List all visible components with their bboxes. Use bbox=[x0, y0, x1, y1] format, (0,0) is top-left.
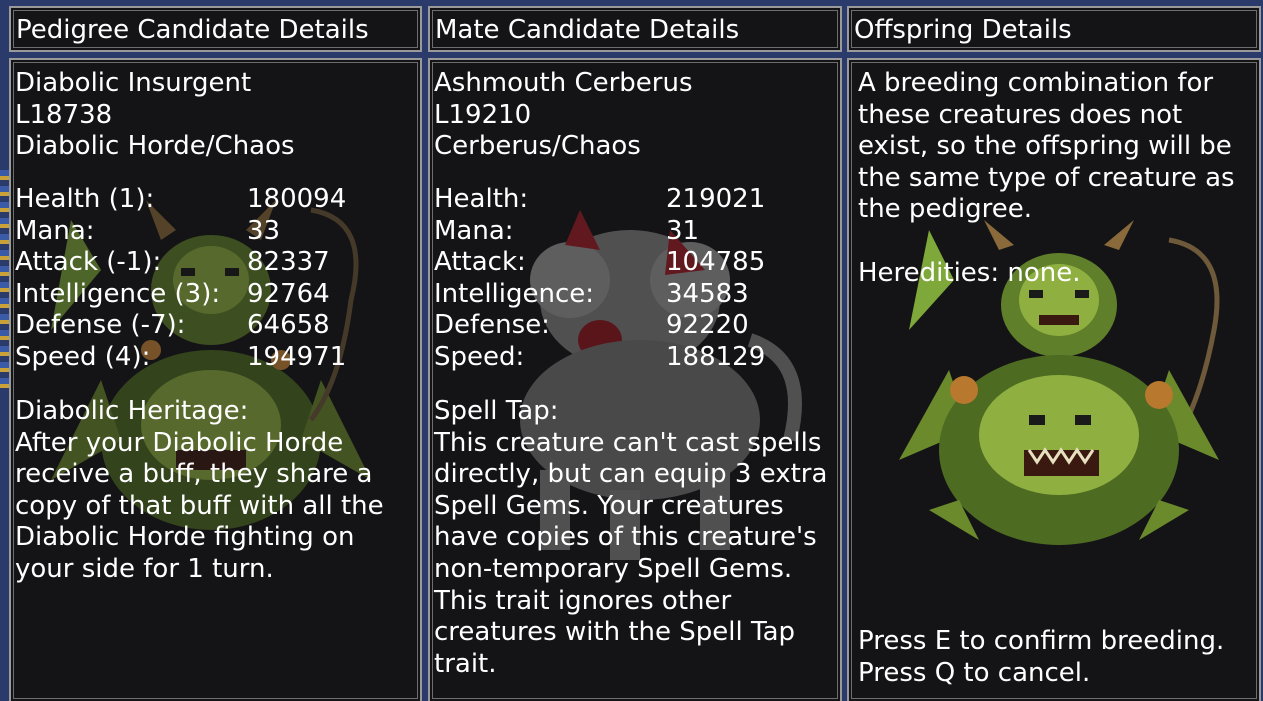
info-line: these creatures does not bbox=[858, 99, 1183, 130]
info-line: the same type of creature as bbox=[858, 162, 1235, 193]
offspring-info: A breeding combination for these creatur… bbox=[858, 68, 1235, 289]
trait-name: Diabolic Heritage: bbox=[15, 396, 249, 426]
pedigree-title: Pedigree Candidate Details bbox=[16, 15, 369, 45]
stat-value: 92220 bbox=[666, 310, 749, 341]
trait-line: have copies of this creature's bbox=[434, 522, 817, 553]
cancel-hint[interactable]: Press Q to cancel. bbox=[858, 658, 1224, 690]
stat-label: Speed: bbox=[434, 341, 525, 372]
stat-label: Health (1): bbox=[15, 184, 155, 214]
pedigree-trait: Diabolic Heritage: After your Diabolic H… bbox=[15, 396, 384, 586]
stat-label: Mana: bbox=[15, 215, 95, 246]
stat-row: Intelligence (3): 92764 bbox=[15, 279, 346, 311]
trait-line: This creature can't cast spells bbox=[434, 427, 822, 458]
stat-row: Attack (-1): 82337 bbox=[15, 247, 346, 279]
mate-title: Mate Candidate Details bbox=[435, 15, 740, 45]
offspring-controls: Press E to confirm breeding. Press Q to … bbox=[858, 626, 1224, 689]
trait-line: After your Diabolic Horde bbox=[15, 427, 344, 458]
mate-trait: Spell Tap: This creature can't cast spel… bbox=[434, 396, 827, 680]
stat-label: Health: bbox=[434, 184, 529, 214]
pedigree-name: Diabolic Insurgent bbox=[15, 68, 252, 98]
stat-row: Speed: 188129 bbox=[434, 342, 765, 374]
offspring-panel: A breeding combination for these creatur… bbox=[847, 58, 1261, 701]
trait-line: receive a buff, they share a bbox=[15, 459, 373, 490]
trait-line: Diabolic Horde fighting on bbox=[15, 522, 355, 553]
stat-value: 31 bbox=[666, 215, 700, 246]
stat-value: 34583 bbox=[666, 278, 749, 309]
pedigree-header: Pedigree Candidate Details bbox=[9, 6, 422, 52]
stat-value: 33 bbox=[247, 215, 281, 246]
trait-line: copy of that buff with all the bbox=[15, 490, 384, 521]
stat-row: Health (1): 180094 bbox=[15, 184, 346, 216]
pedigree-level: L18738 bbox=[15, 99, 113, 130]
info-line: the pedigree. bbox=[858, 194, 1033, 225]
stat-row: Speed (4): 194971 bbox=[15, 342, 346, 374]
stat-row: Health: 219021 bbox=[434, 184, 765, 216]
info-line: A breeding combination for bbox=[858, 68, 1214, 98]
stat-label: Attack (-1): bbox=[15, 247, 162, 278]
mate-stats: Health: 219021 Mana: 31 Attack: 104785 Inte… bbox=[434, 184, 765, 374]
stat-value: 82337 bbox=[247, 247, 330, 278]
stat-value: 64658 bbox=[247, 310, 330, 341]
stat-value: 104785 bbox=[666, 247, 766, 278]
pedigree-panel: Diabolic Insurgent L18738 Diabolic Horde… bbox=[9, 58, 422, 701]
trait-line: creatures with the Spell Tap bbox=[434, 617, 796, 648]
mate-name: Ashmouth Cerberus bbox=[434, 68, 693, 98]
trait-line: non-temporary Spell Gems. bbox=[434, 553, 793, 584]
trait-line: your side for 1 turn. bbox=[15, 553, 274, 584]
trait-line: Spell Gems. Your creatures bbox=[434, 490, 784, 521]
stat-value: 92764 bbox=[247, 278, 330, 309]
confirm-hint[interactable]: Press E to confirm breeding. bbox=[858, 626, 1224, 658]
offspring-header: Offspring Details bbox=[847, 6, 1261, 52]
stat-label: Speed (4): bbox=[15, 341, 151, 372]
stat-value: 188129 bbox=[666, 341, 766, 372]
mate-type: Cerberus/Chaos bbox=[434, 131, 641, 162]
stat-label: Defense (-7): bbox=[15, 310, 186, 341]
stat-label: Intelligence (3): bbox=[15, 278, 221, 309]
stat-label: Mana: bbox=[434, 215, 514, 246]
trait-line: directly, but can equip 3 extra bbox=[434, 459, 828, 490]
pedigree-type: Diabolic Horde/Chaos bbox=[15, 131, 295, 162]
heredities-text: Heredities: none. bbox=[858, 257, 1081, 288]
mate-level: L19210 bbox=[434, 99, 532, 130]
stat-row: Attack: 104785 bbox=[434, 247, 765, 279]
stat-label: Intelligence: bbox=[434, 278, 595, 309]
mate-panel: Ashmouth Cerberus L19210 Cerberus/Chaos … bbox=[428, 58, 842, 701]
info-line: exist, so the offspring will be bbox=[858, 131, 1232, 162]
stat-row: Defense (-7): 64658 bbox=[15, 310, 346, 342]
stat-value: 194971 bbox=[247, 341, 347, 372]
stat-label: Attack: bbox=[434, 247, 526, 278]
stat-value: 219021 bbox=[666, 184, 766, 214]
stat-value: 180094 bbox=[247, 184, 347, 214]
stat-row: Mana: 33 bbox=[15, 216, 346, 248]
stat-row: Defense: 92220 bbox=[434, 310, 765, 342]
offspring-title: Offspring Details bbox=[854, 15, 1072, 45]
trait-line: This trait ignores other bbox=[434, 585, 732, 616]
stat-row: Mana: 31 bbox=[434, 216, 765, 248]
trait-line: trait. bbox=[434, 648, 497, 679]
trait-name: Spell Tap: bbox=[434, 396, 559, 426]
stat-label: Defense: bbox=[434, 310, 550, 341]
stat-row: Intelligence: 34583 bbox=[434, 279, 765, 311]
pedigree-stats: Health (1): 180094 Mana: 33 Attack (-1): 82… bbox=[15, 184, 346, 374]
mate-header: Mate Candidate Details bbox=[428, 6, 842, 52]
